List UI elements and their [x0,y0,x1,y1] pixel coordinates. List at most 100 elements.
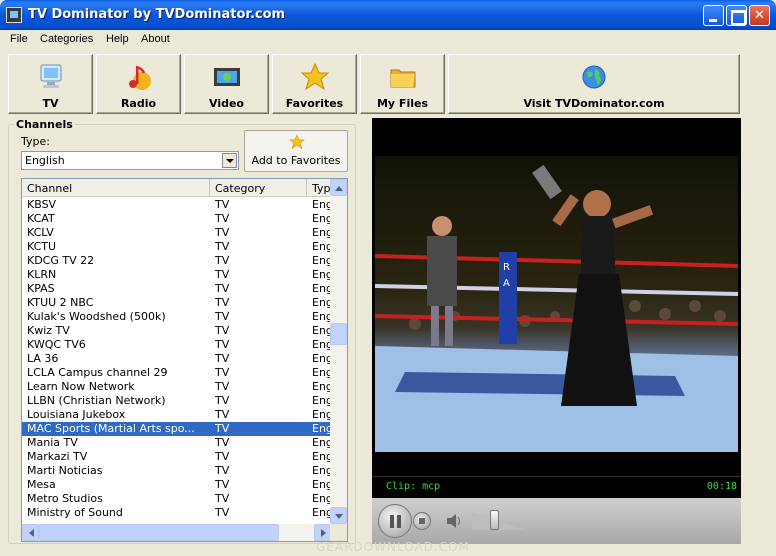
cell-channel: KBSV [27,198,57,211]
cell-category: TV [215,310,230,323]
pause-button[interactable] [378,504,412,538]
title-bar[interactable]: TV Dominator by TVDominator.com [0,0,776,30]
hscroll-thumb[interactable] [39,524,279,541]
minimize-button[interactable] [703,5,724,26]
cell-type: Eng [312,268,332,281]
globe-icon [582,65,606,89]
add-to-favorites-button[interactable]: Add to Favorites [244,130,348,172]
list-item[interactable]: KCLV TV Eng [22,226,332,240]
cell-channel: KDCG TV 22 [27,254,95,267]
scroll-right-button[interactable] [314,524,331,541]
cell-channel: MAC Sports (Martial Arts spo... [27,422,195,435]
cell-channel: Metro Studios [27,492,103,505]
cell-type: Eng [312,366,332,379]
list-item[interactable]: Metro Studios TV Eng [22,492,332,506]
list-item[interactable]: Kulak's Woodshed (500k) TV Eng [22,310,332,324]
close-button[interactable] [749,5,770,26]
radio-button[interactable]: Radio [96,54,181,114]
menu-about[interactable]: About [141,33,170,45]
cell-channel: Markazi TV [27,450,88,463]
column-category[interactable]: Category [210,179,307,197]
vertical-scrollbar[interactable] [330,179,347,524]
app-icon [6,7,22,23]
cell-channel: Louisiana Jukebox [27,408,126,421]
list-item[interactable]: Louisiana Jukebox TV Eng [22,408,332,422]
cell-channel: KCLV [27,226,54,239]
cell-category: TV [215,492,230,505]
cell-type: Eng [312,226,332,239]
list-item[interactable]: Mania TV TV Eng [22,436,332,450]
scroll-thumb[interactable] [330,323,347,345]
maximize-button[interactable] [726,5,747,26]
clip-time: 00:18 [706,481,737,492]
cell-type: Eng [312,394,332,407]
menu-help[interactable]: Help [106,33,129,45]
list-item[interactable]: LA 36 TV Eng [22,352,332,366]
cell-category: TV [215,422,230,435]
volume-thumb[interactable] [490,510,499,530]
scroll-down-button[interactable] [330,507,347,524]
cell-category: TV [215,198,230,211]
cell-type: Eng [312,324,332,337]
cell-category: TV [215,436,230,449]
list-item[interactable]: Marti Noticias TV Eng [22,464,332,478]
list-item[interactable]: Kwiz TV TV Eng [22,324,332,338]
stop-button[interactable] [413,512,431,530]
cell-channel: KCTU [27,240,57,253]
player-controls [372,498,741,544]
visit-site-button[interactable]: Visit TVDominator.com [448,54,740,114]
my-files-label: My Files [376,97,428,110]
list-item[interactable]: KCTU TV Eng [22,240,332,254]
cell-type: Eng [312,254,332,267]
type-dropdown-value: English [25,154,65,167]
my-files-button[interactable]: My Files [360,54,445,114]
cell-category: TV [215,296,230,309]
cell-type: Eng [312,464,332,477]
list-item[interactable]: KLRN TV Eng [22,268,332,282]
speaker-icon[interactable] [446,514,462,528]
folder-icon [390,69,415,88]
list-item[interactable]: Markazi TV TV Eng [22,450,332,464]
cell-category: TV [215,464,230,477]
favorites-label: Favorites [285,97,344,110]
type-dropdown[interactable]: English [21,151,239,170]
video-scene: R A [375,164,738,452]
menu-categories[interactable]: Categories [40,33,93,45]
monitor-icon [40,64,61,88]
list-item[interactable]: Learn Now Network TV Eng [22,380,332,394]
list-item[interactable]: Mesa TV Eng [22,478,332,492]
clip-name: Clip: mcp [386,481,441,492]
chevron-down-icon[interactable] [222,153,237,168]
video-button[interactable]: Video [184,54,269,114]
cell-category: TV [215,226,230,239]
cell-channel: LLBN (Christian Network) [27,394,166,407]
visit-site-label: Visit TVDominator.com [523,97,665,110]
cell-channel: Kwiz TV [27,324,70,337]
list-item[interactable]: KWQC TV6 TV Eng [22,338,332,352]
list-item[interactable]: KBSV TV Eng [22,198,332,212]
horizontal-scrollbar[interactable] [22,524,332,541]
cell-type: Eng [312,338,332,351]
tv-button[interactable]: TV [8,54,93,114]
list-item[interactable]: MAC Sports (Martial Arts spo... TV Eng [22,422,332,436]
video-display[interactable]: R A [372,118,741,476]
list-item[interactable]: Ministry of Sound TV Eng [22,506,332,520]
cell-category: TV [215,324,230,337]
favorites-button[interactable]: Favorites [272,54,357,114]
column-channel[interactable]: Channel [22,179,210,197]
list-item[interactable]: KDCG TV 22 TV Eng [22,254,332,268]
scroll-left-button[interactable] [22,524,39,541]
cell-type: Eng [312,282,332,295]
cell-channel: Marti Noticias [27,464,103,477]
scroll-up-button[interactable] [330,179,347,196]
cell-category: TV [215,394,230,407]
list-item[interactable]: KCAT TV Eng [22,212,332,226]
list-item[interactable]: KPAS TV Eng [22,282,332,296]
channel-list[interactable]: Channel Category Type KBSV TV Eng KCAT TV Eng… [21,178,348,542]
volume-slider[interactable] [472,512,526,530]
list-item[interactable]: LCLA Campus channel 29 TV Eng [22,366,332,380]
radio-label: Radio [120,97,157,110]
menu-file[interactable]: File [10,33,28,45]
list-item[interactable]: KTUU 2 NBC TV Eng [22,296,332,310]
list-item[interactable]: LLBN (Christian Network) TV Eng [22,394,332,408]
